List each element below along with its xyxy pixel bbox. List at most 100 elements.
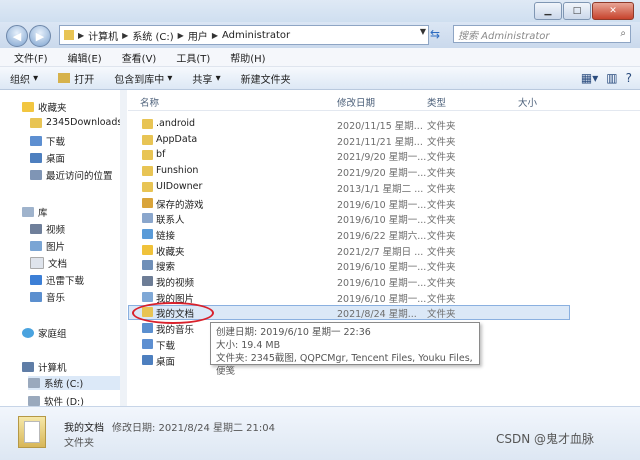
desktop-icon xyxy=(142,354,153,365)
window-controls: ▁ □ ✕ xyxy=(533,2,634,20)
tooltip-created: 创建日期: 2019/6/10 星期一 22:36 xyxy=(216,327,371,338)
nav-libraries[interactable]: 库 xyxy=(22,205,48,219)
file-name: 联系人 xyxy=(156,215,185,227)
file-row[interactable]: 联系人 2019/6/10 星期一... 文件夹 xyxy=(128,211,640,226)
file-row[interactable]: 链接 2019/6/22 星期六... 文件夹 xyxy=(128,227,640,242)
search-input[interactable]: 搜索 Administrator ⌕ xyxy=(453,25,631,43)
nav-computer[interactable]: 计算机 xyxy=(22,360,67,374)
file-name: 我的音乐 xyxy=(156,325,195,337)
address-dropdown-icon[interactable]: ▼ xyxy=(420,27,426,36)
column-modified[interactable]: 修改日期 xyxy=(337,95,375,109)
file-name: 保存的游戏 xyxy=(156,199,204,211)
menu-view[interactable]: 查看(V) xyxy=(108,50,163,65)
maximize-button[interactable]: □ xyxy=(563,2,591,20)
nav-label: 视频 xyxy=(46,225,66,236)
file-row[interactable]: 保存的游戏 2019/6/10 星期一... 文件夹 xyxy=(128,196,640,211)
navigation-pane-scrollbar[interactable] xyxy=(120,90,127,406)
file-name: .android xyxy=(156,118,196,129)
column-name[interactable]: 名称 xyxy=(140,95,159,109)
address-bar[interactable]: ▶ 计算机 ▶ 系统 (C:) ▶ 用户 ▶ Administrator ▼ xyxy=(59,25,429,45)
file-row[interactable]: UIDowner 2013/1/1 星期二 ... 文件夹 xyxy=(128,180,640,195)
command-bar: 组织 ▾ 打开 包含到库中 ▾ 共享 ▾ 新建文件夹 ▦▾ ▥ ? xyxy=(0,67,640,90)
music-icon xyxy=(142,323,153,334)
open-button[interactable]: 打开 xyxy=(48,71,104,86)
close-button[interactable]: ✕ xyxy=(592,2,634,20)
new-folder-button[interactable]: 新建文件夹 xyxy=(231,71,301,86)
file-type: 文件夹 xyxy=(427,136,456,148)
menu-file[interactable]: 文件(F) xyxy=(0,50,54,65)
nav-label: 桌面 xyxy=(46,154,66,165)
file-date: 2021/2/7 星期日 ... xyxy=(337,246,424,258)
column-size[interactable]: 大小 xyxy=(518,95,537,109)
red-highlight-circle xyxy=(132,302,214,324)
share-button[interactable]: 共享 ▾ xyxy=(182,71,230,86)
file-row[interactable]: bf 2021/9/20 星期一... 文件夹 xyxy=(128,148,640,163)
file-row[interactable]: 搜索 2019/6/10 星期一... 文件夹 xyxy=(128,258,640,273)
file-row[interactable]: 我的图片 2019/6/10 星期一... 文件夹 xyxy=(128,290,640,305)
file-row[interactable]: .android 2020/11/15 星期... 文件夹 xyxy=(128,117,640,132)
file-row[interactable]: 我的视频 2019/6/10 星期一... 文件夹 xyxy=(128,274,640,289)
nav-homegroup[interactable]: 家庭组 xyxy=(22,326,67,340)
file-name: 桌面 xyxy=(156,356,176,368)
details-name: 我的文档 xyxy=(64,423,104,434)
star-icon xyxy=(142,244,153,255)
nav-label: 最近访问的位置 xyxy=(46,171,113,182)
breadcrumb-system-c[interactable]: 系统 (C:) xyxy=(128,28,177,43)
nav-item-music[interactable]: 音乐 xyxy=(30,290,65,304)
nav-item-documents[interactable]: 文档 xyxy=(30,256,67,270)
back-button[interactable]: ◀ xyxy=(6,25,28,47)
menu-edit[interactable]: 编辑(E) xyxy=(54,50,108,65)
breadcrumb-computer[interactable]: 计算机 xyxy=(84,28,122,43)
file-date: 2021/9/20 星期一... xyxy=(337,152,427,164)
nav-item-thunder-downloads[interactable]: 迅雷下载 xyxy=(30,273,84,287)
forward-button[interactable]: ▶ xyxy=(29,25,51,47)
file-type: 文件夹 xyxy=(427,183,456,195)
include-library-button[interactable]: 包含到库中 ▾ xyxy=(104,71,182,86)
nav-favorites[interactable]: 收藏夹 xyxy=(22,100,67,114)
file-row[interactable]: Funshion 2021/9/20 星期一... 文件夹 xyxy=(128,164,640,179)
file-type: 文件夹 xyxy=(427,230,456,242)
preview-pane-icon[interactable]: ▥ xyxy=(606,71,617,85)
column-type[interactable]: 类型 xyxy=(427,95,446,109)
menu-tools[interactable]: 工具(T) xyxy=(162,50,216,65)
file-tooltip: 创建日期: 2019/6/10 星期一 22:36 大小: 19.4 MB 文件… xyxy=(210,322,480,377)
minimize-button[interactable]: ▁ xyxy=(534,2,562,20)
nav-item-2345downloads[interactable]: 2345Downloads xyxy=(30,117,120,128)
file-type: 文件夹 xyxy=(427,246,456,258)
drive-icon xyxy=(28,378,40,388)
menu-help[interactable]: 帮助(H) xyxy=(216,50,271,65)
file-type: 文件夹 xyxy=(427,121,456,132)
organize-label: 组织 xyxy=(10,74,30,86)
breadcrumb-administrator[interactable]: Administrator xyxy=(218,30,294,41)
search-icon[interactable]: ⌕ xyxy=(620,28,626,39)
file-name: 搜索 xyxy=(156,262,176,274)
file-row[interactable]: 收藏夹 2021/2/7 星期日 ... 文件夹 xyxy=(128,243,640,258)
file-row[interactable]: AppData 2021/11/21 星期... 文件夹 xyxy=(128,133,640,148)
file-name: 我的视频 xyxy=(156,278,195,289)
folder-icon xyxy=(142,119,153,129)
nav-item-videos[interactable]: 视频 xyxy=(30,222,65,236)
contacts-icon xyxy=(142,213,153,224)
change-view-icon[interactable]: ▦▾ xyxy=(581,71,598,85)
nav-item-system-c[interactable]: 系统 (C:) xyxy=(28,376,120,390)
navigation-bar: ◀ ▶ ▶ 计算机 ▶ 系统 (C:) ▶ 用户 ▶ Administrator… xyxy=(0,22,640,48)
nav-item-pictures[interactable]: 图片 xyxy=(30,239,65,253)
open-folder-icon xyxy=(58,73,71,83)
organize-button[interactable]: 组织 ▾ xyxy=(0,71,48,86)
file-type: 文件夹 xyxy=(427,309,456,321)
watermark: CSDN @鬼才血脉 xyxy=(496,432,595,446)
nav-label: 系统 (C:) xyxy=(44,379,84,390)
download-icon xyxy=(30,136,42,146)
file-name: UIDowner xyxy=(156,180,203,192)
folder-icon xyxy=(142,181,153,192)
title-bar: ▁ □ ✕ xyxy=(0,0,640,22)
nav-label: 迅雷下载 xyxy=(46,276,85,287)
open-label: 打开 xyxy=(74,74,95,86)
nav-item-recent[interactable]: 最近访问的位置 xyxy=(30,168,113,182)
nav-item-software-d[interactable]: 软件 (D:) xyxy=(28,394,84,406)
breadcrumb-users[interactable]: 用户 xyxy=(184,28,212,43)
nav-item-downloads[interactable]: 下载 xyxy=(30,134,65,148)
refresh-icon[interactable]: ⇆ xyxy=(430,27,440,41)
nav-item-desktop[interactable]: 桌面 xyxy=(30,151,65,165)
help-icon[interactable]: ? xyxy=(626,71,632,85)
